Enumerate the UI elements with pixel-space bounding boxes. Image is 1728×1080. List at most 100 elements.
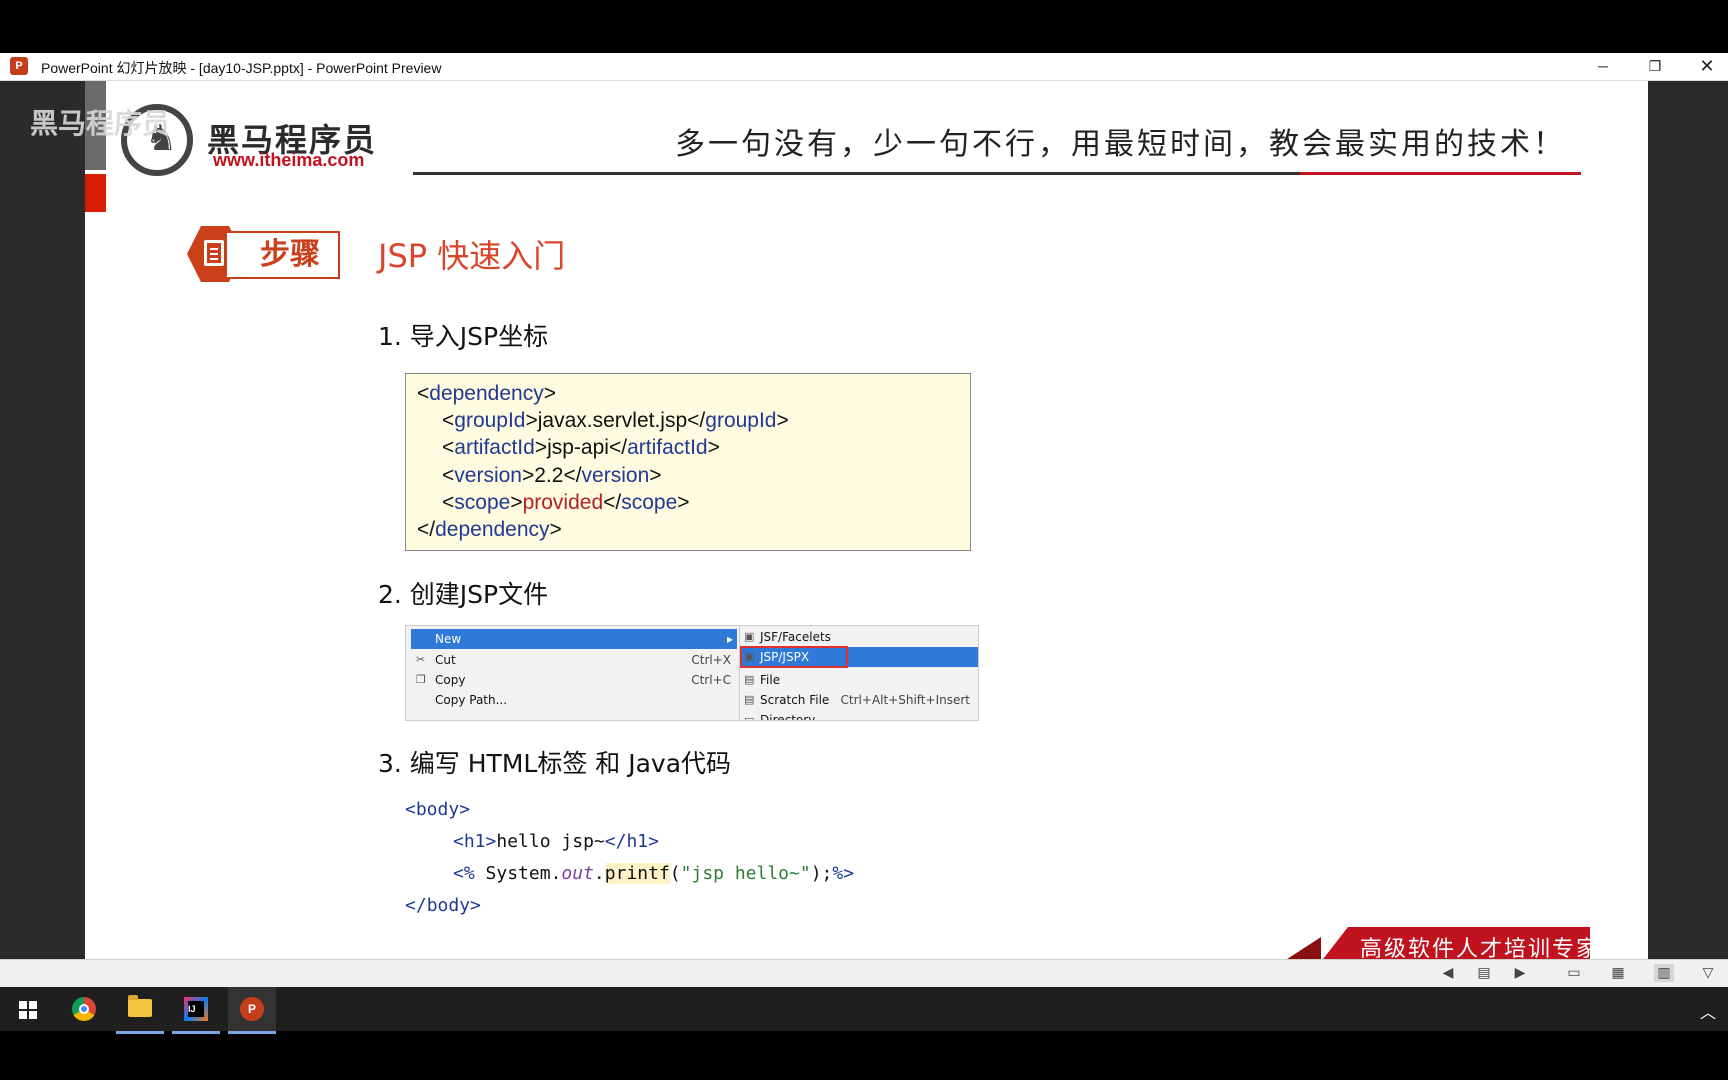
section-heading-1: 1. 导入JSP坐标: [378, 322, 549, 351]
slide-slogan: 多一句没有，少一句不行，用最短时间，教会最实用的技术！: [675, 127, 1566, 162]
slideshow-statusbar: ◀ ▤ ▶ ▭ ▦ ▥ ▽: [0, 959, 1728, 987]
taskbar-intellij[interactable]: [172, 987, 220, 1034]
restore-button[interactable]: ❐: [1632, 53, 1678, 80]
code-tag: body: [426, 895, 471, 916]
slideshow-icon[interactable]: ▽: [1698, 964, 1718, 982]
minimize-button[interactable]: ─: [1580, 53, 1626, 80]
menu-item-new[interactable]: New ▸: [411, 629, 737, 649]
code-line: <body>: [405, 799, 471, 820]
powerpoint-icon: P: [240, 997, 264, 1021]
submenu-item-directory[interactable]: ▭ Directory: [740, 710, 978, 721]
window-titlebar: P PowerPoint 幻灯片放映 - [day10-JSP.pptx] - …: [0, 53, 1728, 81]
menu-item-label: Directory: [760, 713, 816, 721]
taskbar-powerpoint[interactable]: P: [228, 987, 276, 1034]
menu-item-label: Copy: [435, 673, 466, 687]
code-tag: h1: [626, 831, 649, 852]
menu-item-shortcut: Ctrl+Alt+Shift+Insert: [840, 693, 970, 707]
xml-tag: dependency: [429, 382, 544, 405]
xml-line: </dependency>: [417, 518, 562, 541]
jsf-file-icon: ▣: [744, 630, 755, 643]
notes-icon[interactable]: ▤: [1474, 964, 1494, 982]
code-line: <% System.out.printf("jsp hello~");%>: [453, 863, 855, 884]
submenu-item-scratch[interactable]: ▤ Scratch File Ctrl+Alt+Shift+Insert: [740, 690, 978, 710]
highlight-annotation: [740, 646, 848, 668]
ide-context-menu-screenshot: New ▸ ✂ Cut Ctrl+X ❐ Copy Ctrl+C Copy Pa…: [405, 625, 979, 721]
xml-line: <groupId>javax.servlet.jsp</groupId>: [442, 409, 789, 432]
code-tag: h1: [463, 831, 486, 852]
menu-item-copy-path[interactable]: Copy Path...: [411, 690, 737, 710]
xml-tag: artifactId: [454, 436, 535, 459]
powerpoint-app-icon: P: [10, 57, 28, 75]
xml-tag: version: [581, 464, 650, 487]
section-heading-2: 2. 创建JSP文件: [378, 580, 549, 609]
section-heading-3: 3. 编写 HTML标签 和 Java代码: [378, 749, 732, 778]
maven-dependency-code: <dependency> <groupId>javax.servlet.jsp<…: [405, 373, 971, 551]
menu-item-cut[interactable]: ✂ Cut Ctrl+X: [411, 650, 737, 670]
xml-tag: groupId: [705, 409, 777, 432]
xml-tag: groupId: [454, 409, 526, 432]
menu-item-copy[interactable]: ❐ Copy Ctrl+C: [411, 670, 737, 690]
menu-item-label: JSF/Facelets: [760, 630, 831, 644]
xml-value: provided: [522, 491, 604, 514]
slide-title: JSP 快速入门: [378, 237, 566, 275]
slide[interactable]: ♞ 黑马程序员 www.itheima.com 多一句没有，少一句不行，用最短时…: [85, 81, 1648, 960]
xml-line: <version>2.2</version>: [442, 464, 662, 487]
intellij-icon: [184, 997, 208, 1021]
taskbar-file-explorer[interactable]: [116, 987, 164, 1034]
submenu-arrow-icon: ▸: [726, 632, 733, 646]
slogan-underline-accent: [1300, 172, 1581, 175]
menu-item-label: Copy Path...: [435, 693, 508, 707]
code-field: out: [561, 863, 594, 884]
menu-item-label: New: [435, 632, 462, 646]
xml-value: 2.2: [534, 464, 564, 487]
code-line: </body>: [405, 895, 481, 916]
slide-sorter-icon[interactable]: ▦: [1608, 964, 1628, 982]
code-text: hello jsp~: [496, 831, 605, 852]
xml-line: <artifactId>jsp-api</artifactId>: [442, 436, 720, 459]
scissors-icon: ✂: [416, 653, 426, 666]
xml-tag: artifactId: [627, 436, 708, 459]
submenu-item-jsf[interactable]: ▣ JSF/Facelets: [740, 627, 978, 647]
banner-text: 高级软件人才培训专家: [1360, 937, 1601, 960]
scratch-file-icon: ▤: [744, 693, 755, 706]
slide-decor-red-bar: [85, 174, 106, 212]
xml-line: <dependency>: [417, 382, 556, 405]
copy-icon: ❐: [416, 673, 426, 686]
xml-tag: version: [454, 464, 522, 487]
xml-value: javax.servlet.jsp: [537, 409, 688, 432]
new-submenu: ▣ JSF/Facelets ▣ JSP/JSPX ▤ File ▤ Scrat…: [739, 626, 978, 721]
code-string: "jsp hello~": [680, 863, 811, 884]
window-title: PowerPoint 幻灯片放映 - [day10-JSP.pptx] - Po…: [41, 60, 442, 76]
file-icon: ▤: [744, 673, 755, 686]
reading-view-icon[interactable]: ▥: [1654, 964, 1674, 982]
xml-line: <scope>provided</scope>: [442, 491, 690, 514]
menu-item-shortcut: Ctrl+X: [691, 653, 731, 667]
banner-decor: [1281, 937, 1321, 960]
code-method: printf: [604, 863, 670, 884]
windows-logo-icon: [19, 1001, 37, 1019]
taskbar-chrome[interactable]: [60, 987, 108, 1031]
xml-tag: scope: [454, 491, 511, 514]
tray-chevron-up-icon[interactable]: ︿: [1700, 999, 1716, 1023]
menu-item-label: File: [760, 673, 781, 687]
context-menu: New ▸ ✂ Cut Ctrl+X ❐ Copy Ctrl+C Copy Pa…: [411, 626, 737, 720]
scriptlet-open: <%: [453, 863, 475, 884]
next-slide-icon[interactable]: ▶: [1510, 964, 1530, 982]
prev-slide-icon[interactable]: ◀: [1438, 964, 1458, 982]
code-text: System: [485, 863, 551, 884]
menu-item-shortcut: Ctrl+C: [691, 673, 731, 687]
folder-icon: ▭: [744, 713, 755, 721]
chrome-icon: [72, 997, 96, 1021]
menu-item-label: Scratch File: [760, 693, 830, 707]
windows-taskbar: P ︿: [0, 987, 1728, 1034]
code-tag: body: [415, 799, 460, 820]
close-button[interactable]: ✕: [1684, 53, 1728, 80]
watermark: 黑马程序员: [30, 107, 171, 140]
normal-view-icon[interactable]: ▭: [1564, 964, 1584, 982]
scriptlet-close: %>: [832, 863, 855, 884]
step-label: 步骤: [225, 231, 340, 279]
submenu-item-file[interactable]: ▤ File: [740, 670, 978, 690]
code-line: <h1>hello jsp~</h1>: [453, 831, 659, 852]
start-button[interactable]: [3, 987, 51, 1031]
file-explorer-icon: [128, 995, 152, 1017]
